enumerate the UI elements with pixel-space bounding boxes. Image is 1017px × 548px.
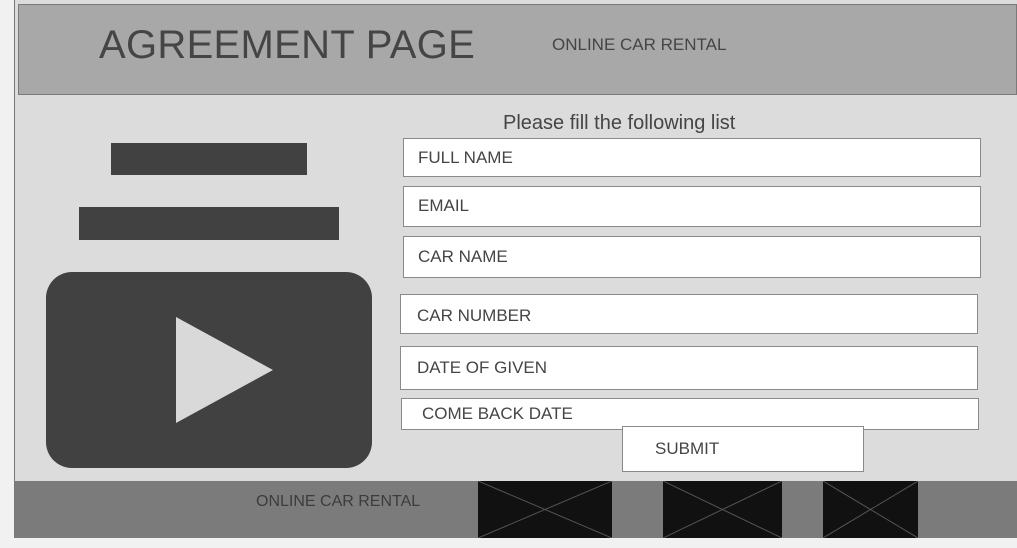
field-label: EMAIL xyxy=(418,196,470,215)
submit-label: SUBMIT xyxy=(655,439,720,458)
footer-text: ONLINE CAR RENTAL xyxy=(256,493,421,510)
image-placeholder xyxy=(478,481,612,538)
play-icon[interactable] xyxy=(176,317,273,423)
image-placeholder-icon xyxy=(823,481,918,538)
submit-button[interactable]: SUBMIT xyxy=(622,426,864,472)
field-label: CAR NAME xyxy=(418,247,508,266)
page-footer: ONLINE CAR RENTAL xyxy=(15,481,1017,538)
car-name-field[interactable]: CAR NAME xyxy=(403,236,981,278)
placeholder-bar xyxy=(111,143,307,175)
form-instruction: Please fill the following list xyxy=(503,112,736,134)
video-player[interactable] xyxy=(46,272,372,468)
field-label: FULL NAME xyxy=(418,148,513,167)
date-of-given-field[interactable]: DATE OF GIVEN xyxy=(400,346,978,390)
header-subtitle: ONLINE CAR RENTAL xyxy=(552,35,727,54)
car-number-field[interactable]: CAR NUMBER xyxy=(400,294,978,334)
field-label: CAR NUMBER xyxy=(417,306,532,325)
image-placeholder-icon xyxy=(478,481,612,538)
image-placeholder-icon xyxy=(663,481,782,538)
placeholder-bar xyxy=(79,207,339,240)
image-placeholder xyxy=(823,481,918,538)
field-label: COME BACK DATE xyxy=(422,404,573,423)
full-name-field[interactable]: FULL NAME xyxy=(403,138,981,177)
image-placeholder xyxy=(663,481,782,538)
page-header: AGREEMENT PAGE ONLINE CAR RENTAL xyxy=(18,4,1017,95)
page-title: AGREEMENT PAGE xyxy=(99,23,476,67)
field-label: DATE OF GIVEN xyxy=(417,358,548,377)
email-field[interactable]: EMAIL xyxy=(403,186,981,227)
